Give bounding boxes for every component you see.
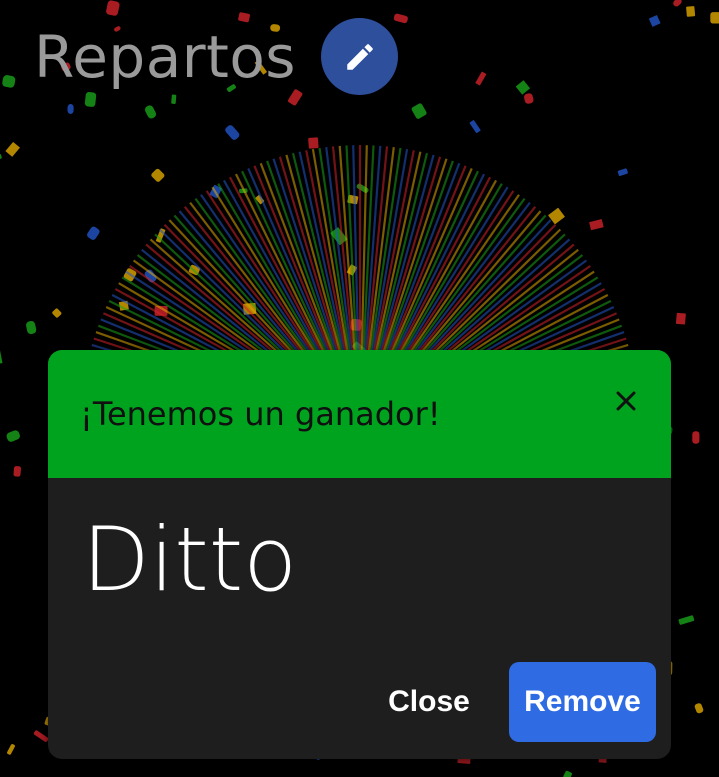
- page-title: Repartos: [34, 23, 297, 91]
- remove-button[interactable]: Remove: [509, 662, 656, 742]
- dialog-close-button[interactable]: [608, 383, 644, 419]
- close-button[interactable]: Close: [366, 662, 492, 742]
- app-screen: Repartos ¡Tenemos un ganador! Ditto Clos…: [0, 0, 719, 777]
- dialog-header: ¡Tenemos un ganador!: [48, 350, 671, 478]
- edit-button[interactable]: [321, 18, 398, 95]
- dialog-title: ¡Tenemos un ganador!: [80, 395, 441, 433]
- winner-name: Ditto: [82, 508, 298, 611]
- winner-dialog: ¡Tenemos un ganador! Ditto Close Remove: [48, 350, 671, 759]
- close-icon: [616, 391, 636, 411]
- pencil-icon: [346, 43, 373, 70]
